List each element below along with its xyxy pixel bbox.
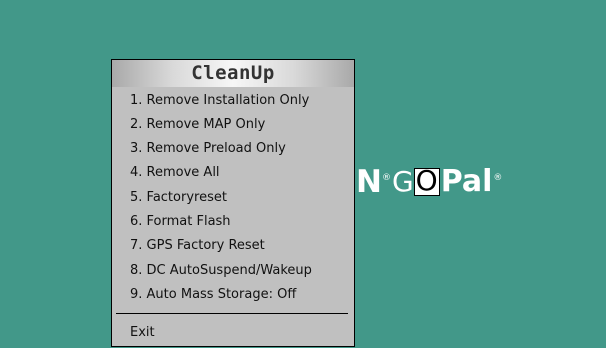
- gopal-logo: N ® G O Pal ®: [356, 162, 502, 202]
- menu-item-format-flash[interactable]: 6. Format Flash: [130, 210, 352, 234]
- menu-item-exit[interactable]: Exit: [130, 321, 352, 345]
- logo-registered-mark-2: ®: [493, 173, 503, 183]
- logo-registered-mark: ®: [381, 173, 391, 183]
- menu-item-factoryreset[interactable]: 5. Factoryreset: [130, 186, 352, 210]
- menu-item-auto-mass-storage[interactable]: 9. Auto Mass Storage: Off: [130, 283, 352, 307]
- logo-go-prefix: G: [391, 165, 414, 198]
- screen-frame-bottom: [0, 348, 614, 352]
- menu-item-remove-map-only[interactable]: 2. Remove MAP Only: [130, 113, 352, 137]
- logo-pal: Pal: [440, 164, 493, 199]
- screen-frame-right: [606, 0, 614, 352]
- logo-n-part: N: [356, 164, 382, 200]
- logo-go: G O: [392, 162, 440, 202]
- menu-item-gps-factory-reset[interactable]: 7. GPS Factory Reset: [130, 234, 352, 258]
- logo-o-cursor-box: O: [413, 164, 440, 197]
- menu-item-remove-preload-only[interactable]: 3. Remove Preload Only: [130, 137, 352, 161]
- menu-item-dc-autosuspend-wakeup[interactable]: 8. DC AutoSuspend/Wakeup: [130, 259, 352, 283]
- menu-title: CleanUp: [112, 60, 354, 87]
- menu-item-remove-installation-only[interactable]: 1. Remove Installation Only: [130, 89, 352, 113]
- menu-item-remove-all[interactable]: 4. Remove All: [130, 161, 352, 185]
- menu-separator: [116, 313, 348, 314]
- cleanup-menu: CleanUp 1. Remove Installation Only 2. R…: [111, 59, 355, 347]
